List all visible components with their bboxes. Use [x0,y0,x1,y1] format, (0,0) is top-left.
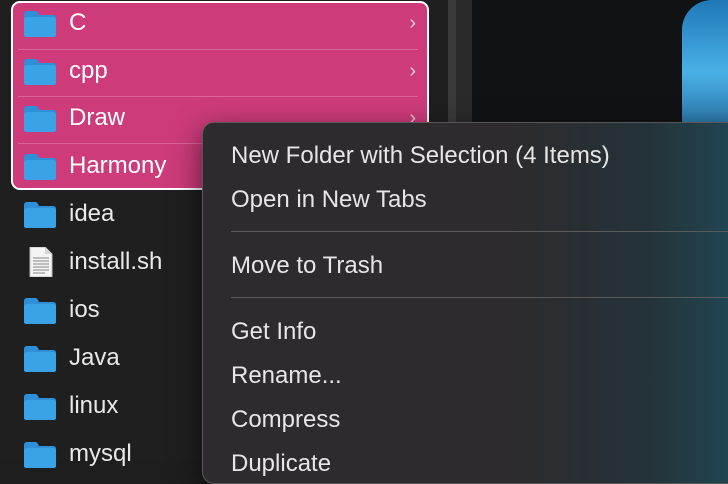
folder-icon [23,151,57,181]
file-name: cpp [69,57,108,84]
file-name: Harmony [69,152,167,179]
menu-item-rename[interactable]: Rename... [231,356,342,396]
file-name: install.sh [69,248,163,275]
document-icon [23,246,57,278]
folder-icon [23,199,57,229]
menu-item-duplicate[interactable]: Duplicate [231,444,331,483]
menu-item-compress[interactable]: Compress [231,400,340,440]
file-name: C [69,9,87,36]
folder-icon [23,8,57,38]
file-row-cpp[interactable]: cpp › [12,48,426,96]
folder-icon [23,391,57,421]
file-name: linux [69,392,119,419]
menu-item-get-info[interactable]: Get Info [231,312,316,352]
menu-item-new-folder-with-selection[interactable]: New Folder with Selection (4 Items) [231,136,610,176]
folder-icon [23,295,57,325]
menu-item-move-to-trash[interactable]: Move to Trash [231,246,383,286]
chevron-right-icon: › [409,60,416,82]
file-name: idea [69,200,115,227]
folder-icon [23,439,57,469]
context-menu: New Folder with Selection (4 Items) Open… [202,122,728,484]
file-name: Java [69,344,120,371]
menu-item-open-in-new-tabs[interactable]: Open in New Tabs [231,180,427,220]
menu-separator [231,297,728,298]
folder-icon [23,103,57,133]
folder-icon [23,56,57,86]
folder-icon [23,343,57,373]
file-row-c[interactable]: C › [12,0,426,48]
chevron-right-icon: › [409,12,416,34]
file-name: ios [69,296,100,323]
file-name: Draw [69,104,126,131]
menu-separator [231,231,728,232]
file-name: mysql [69,440,132,467]
